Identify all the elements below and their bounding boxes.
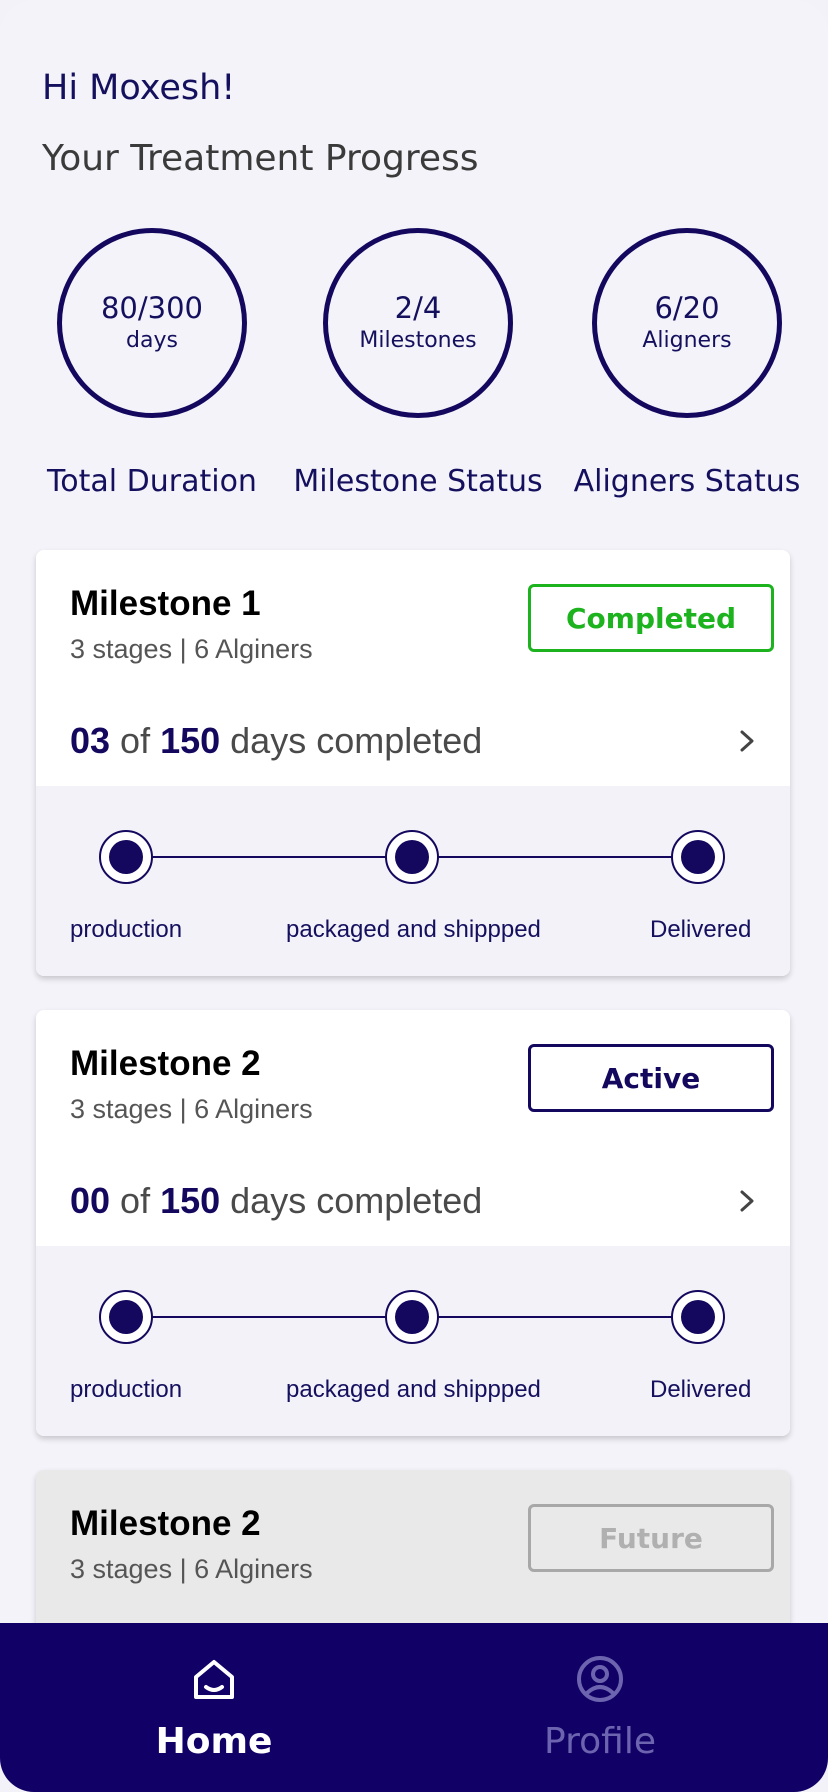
status-badge: Completed xyxy=(528,584,774,652)
milestone-subtitle: 3 stages | 6 Alginers xyxy=(70,634,313,664)
ring-value: 6/20 xyxy=(654,291,720,325)
treatment-progress-screen: Hi Moxesh! Your Treatment Progress 80/30… xyxy=(0,0,828,1792)
days-suffix: days completed xyxy=(230,720,483,761)
nav-home-label: Home xyxy=(155,1721,273,1762)
stage-dot-shipped xyxy=(385,830,439,884)
stage-tracker: production packaged and shippped Deliver… xyxy=(36,1246,790,1436)
stat-aligners-status: 6/20 Aligners Aligners Status xyxy=(557,228,817,528)
page-title: Your Treatment Progress xyxy=(42,138,479,179)
chevron-right-icon[interactable] xyxy=(732,724,762,758)
chevron-right-icon[interactable] xyxy=(732,1184,762,1218)
stat-label: Milestone Status xyxy=(293,464,543,499)
stage-dot-shipped xyxy=(385,1290,439,1344)
stat-label: Total Duration xyxy=(47,464,257,499)
status-badge: Active xyxy=(528,1044,774,1112)
stage-dot-delivered xyxy=(671,1290,725,1344)
stage-tracker: production packaged and shippped Deliver… xyxy=(36,786,790,976)
ring-value: 80/300 xyxy=(100,291,204,325)
milestone-title: Milestone 2 xyxy=(70,1044,261,1083)
bottom-nav: Home Profile xyxy=(0,1623,828,1792)
days-total: 150 xyxy=(160,1180,221,1221)
progress-ring: 80/300 days xyxy=(57,228,247,418)
days-progress-row[interactable]: 03 of 150 days completed xyxy=(70,716,774,766)
nav-profile[interactable]: Profile xyxy=(470,1653,730,1762)
progress-ring: 2/4 Milestones xyxy=(323,228,513,418)
stats-row: 80/300 days Total Duration 2/4 Milestone… xyxy=(0,228,828,528)
stage-label: production xyxy=(70,1376,183,1403)
days-done: 00 xyxy=(70,1180,111,1221)
milestone-title: Milestone 2 xyxy=(70,1504,261,1543)
stat-label: Aligners Status xyxy=(573,464,801,499)
stat-milestone-status: 2/4 Milestones Milestone Status xyxy=(288,228,548,528)
home-icon xyxy=(194,1660,234,1699)
milestone-title: Milestone 1 xyxy=(70,584,261,623)
stage-label: production xyxy=(70,916,183,943)
ring-unit: days xyxy=(126,328,178,353)
stage-label: packaged and shippped xyxy=(286,916,541,943)
nav-home[interactable]: Home xyxy=(84,1653,344,1762)
ring-unit: Aligners xyxy=(642,328,732,353)
stage-label: Delivered xyxy=(650,916,752,943)
ring-value: 2/4 xyxy=(394,291,442,325)
stat-total-duration: 80/300 days Total Duration xyxy=(22,228,282,528)
days-progress-row[interactable]: 00 of 150 days completed xyxy=(70,1176,774,1226)
stage-dot-delivered xyxy=(671,830,725,884)
stage-label: packaged and shippped xyxy=(286,1376,541,1403)
user-circle-icon xyxy=(577,1656,623,1702)
nav-profile-label: Profile xyxy=(544,1721,656,1762)
stage-label: Delivered xyxy=(650,1376,752,1403)
days-suffix: days completed xyxy=(230,1180,483,1221)
days-done: 03 xyxy=(70,720,111,761)
stage-dot-production xyxy=(99,830,153,884)
milestone-card-1[interactable]: Milestone 1 3 stages | 6 Alginers Comple… xyxy=(36,550,790,976)
days-total: 150 xyxy=(160,720,221,761)
progress-ring: 6/20 Aligners xyxy=(592,228,782,418)
stage-dot-production xyxy=(99,1290,153,1344)
of-text: of xyxy=(120,1180,151,1221)
greeting: Hi Moxesh! xyxy=(42,68,236,108)
milestone-card-2[interactable]: Milestone 2 3 stages | 6 Alginers Active… xyxy=(36,1010,790,1436)
of-text: of xyxy=(120,720,151,761)
milestone-subtitle: 3 stages | 6 Alginers xyxy=(70,1094,313,1124)
milestone-subtitle: 3 stages | 6 Alginers xyxy=(70,1554,313,1584)
status-badge: Future xyxy=(528,1504,774,1572)
ring-unit: Milestones xyxy=(359,328,477,353)
